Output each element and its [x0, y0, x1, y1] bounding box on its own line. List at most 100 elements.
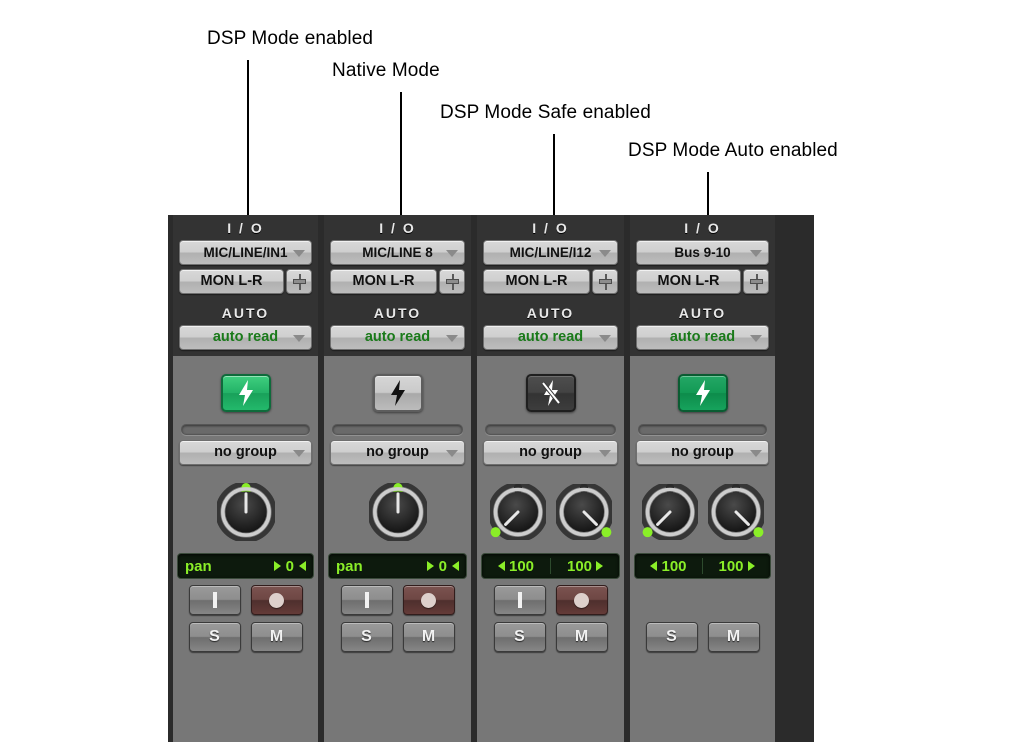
mute-label: M [574, 628, 589, 645]
width-knob-left[interactable] [641, 484, 698, 540]
mute-button[interactable]: M [555, 622, 608, 652]
width-right-value: 100 [566, 557, 593, 575]
width-knob-right[interactable] [555, 484, 612, 540]
width-readout[interactable]: 100 100 [481, 553, 620, 579]
width-right-arrow-icon[interactable] [747, 561, 755, 571]
group-slot-bar[interactable] [181, 424, 310, 435]
input-source-dropdown[interactable]: MIC/LINE/I12 [483, 240, 618, 265]
group-slot-bar[interactable] [638, 424, 767, 435]
automation-section: AUTO auto read [477, 300, 624, 356]
mute-button[interactable]: M [402, 622, 455, 652]
input-monitor-button[interactable] [340, 585, 393, 615]
output-fader-button[interactable] [286, 269, 312, 294]
output-destination-button[interactable]: MON L-R [483, 269, 590, 294]
input-monitor-button[interactable] [188, 585, 241, 615]
group-assign-dropdown[interactable]: no group [179, 440, 312, 465]
screenshot-root: DSP Mode enabled Native Mode DSP Mode Sa… [0, 0, 1024, 750]
chevron-down-icon [750, 335, 762, 342]
automation-section-title: AUTO [221, 305, 270, 321]
solo-button[interactable]: S [493, 622, 546, 652]
input-source-dropdown[interactable]: MIC/LINE/IN1 [179, 240, 312, 265]
pan-knob[interactable] [368, 483, 427, 541]
mute-label: M [269, 628, 284, 645]
annotation-label-native-mode: Native Mode [332, 60, 440, 81]
io-section: I / O MIC/LINE/IN1 MON L-R [173, 215, 318, 300]
automation-mode-dropdown[interactable]: auto read [179, 325, 312, 350]
record-arm-button[interactable] [402, 585, 455, 615]
group-slot-bar[interactable] [332, 424, 463, 435]
solo-button[interactable]: S [340, 622, 393, 652]
chevron-down-icon [750, 450, 762, 457]
automation-mode-dropdown[interactable]: auto read [330, 325, 465, 350]
mute-button[interactable]: M [707, 622, 760, 652]
pan-decrement-arrow-icon[interactable] [426, 561, 434, 571]
output-fader-button[interactable] [439, 269, 465, 294]
input-source-label: MIC/LINE/I12 [509, 245, 592, 260]
fader-icon [445, 273, 459, 290]
group-assign-label: no group [214, 444, 277, 460]
record-arm-button[interactable] [555, 585, 608, 615]
pan-decrement-arrow-icon[interactable] [273, 561, 281, 571]
pan-knob[interactable] [216, 483, 275, 541]
io-section-title: I / O [227, 220, 264, 236]
width-knob-right[interactable] [707, 484, 764, 540]
solo-button[interactable]: S [188, 622, 241, 652]
input-monitor-button[interactable] [493, 585, 546, 615]
pan-readout[interactable]: pan 0 [177, 553, 314, 579]
solo-button[interactable]: S [645, 622, 698, 652]
output-destination-button[interactable]: MON L-R [636, 269, 741, 294]
automation-section-title: AUTO [373, 305, 422, 321]
input-source-label: MIC/LINE 8 [362, 245, 433, 260]
knob-icon [707, 484, 764, 540]
group-assign-dropdown[interactable]: no group [483, 440, 618, 465]
input-source-dropdown[interactable]: MIC/LINE 8 [330, 240, 465, 265]
solo-label: S [361, 628, 372, 645]
io-section-title: I / O [379, 220, 416, 236]
chevron-down-icon [599, 335, 611, 342]
dsp-mode-button[interactable] [677, 374, 728, 412]
pan-increment-arrow-icon[interactable] [299, 561, 306, 571]
automation-mode-label: auto read [669, 329, 736, 345]
output-fader-button[interactable] [743, 269, 769, 294]
channel-button-grid: SM [630, 579, 775, 660]
pan-increment-arrow-icon[interactable] [452, 561, 459, 571]
solo-label: S [666, 628, 677, 645]
channel-strip: I / O Bus 9-10 MON L-R AUTO auto read no grou… [627, 215, 780, 742]
annotation-label-dsp-mode-auto-enabled: DSP Mode Auto enabled [628, 140, 838, 161]
output-destination-button[interactable]: MON L-R [179, 269, 284, 294]
dsp-section: no group [173, 356, 318, 471]
automation-mode-dropdown[interactable]: auto read [483, 325, 618, 350]
width-left-value: 100 [661, 557, 687, 575]
dsp-section: no group [477, 356, 624, 471]
output-destination-label: MON L-R [505, 273, 568, 289]
width-knob-left[interactable] [489, 484, 546, 540]
input-source-label: MIC/LINE/IN1 [203, 245, 288, 260]
group-slot-bar[interactable] [485, 424, 616, 435]
lightning-bolt-icon [695, 380, 710, 406]
automation-mode-dropdown[interactable]: auto read [636, 325, 769, 350]
mute-button[interactable]: M [250, 622, 303, 652]
record-dot-icon [574, 592, 589, 608]
dsp-mode-button[interactable] [220, 374, 271, 412]
dsp-mode-button[interactable] [525, 374, 576, 412]
io-section-title: I / O [532, 220, 569, 236]
group-assign-dropdown[interactable]: no group [636, 440, 769, 465]
width-right-arrow-icon[interactable] [596, 561, 604, 571]
output-destination-button[interactable]: MON L-R [330, 269, 437, 294]
width-left-arrow-icon[interactable] [497, 561, 505, 571]
fader-icon [749, 273, 763, 290]
solo-label: S [209, 628, 220, 645]
automation-section: AUTO auto read [173, 300, 318, 356]
pan-readout[interactable]: pan 0 [328, 553, 467, 579]
input-source-dropdown[interactable]: Bus 9-10 [636, 240, 769, 265]
width-left-arrow-icon[interactable] [650, 561, 658, 571]
group-assign-dropdown[interactable]: no group [330, 440, 465, 465]
annotation-leader-line-native-mode [400, 92, 402, 218]
dsp-mode-button[interactable] [372, 374, 423, 412]
width-readout[interactable]: 100 100 [634, 553, 771, 579]
annotation-leader-line-dsp-mode-enabled [247, 60, 249, 218]
output-fader-button[interactable] [592, 269, 618, 294]
channel-strip: I / O MIC/LINE/I12 MON L-R AUTO auto read no … [474, 215, 627, 742]
chevron-down-icon [599, 450, 611, 457]
record-arm-button[interactable] [250, 585, 303, 615]
